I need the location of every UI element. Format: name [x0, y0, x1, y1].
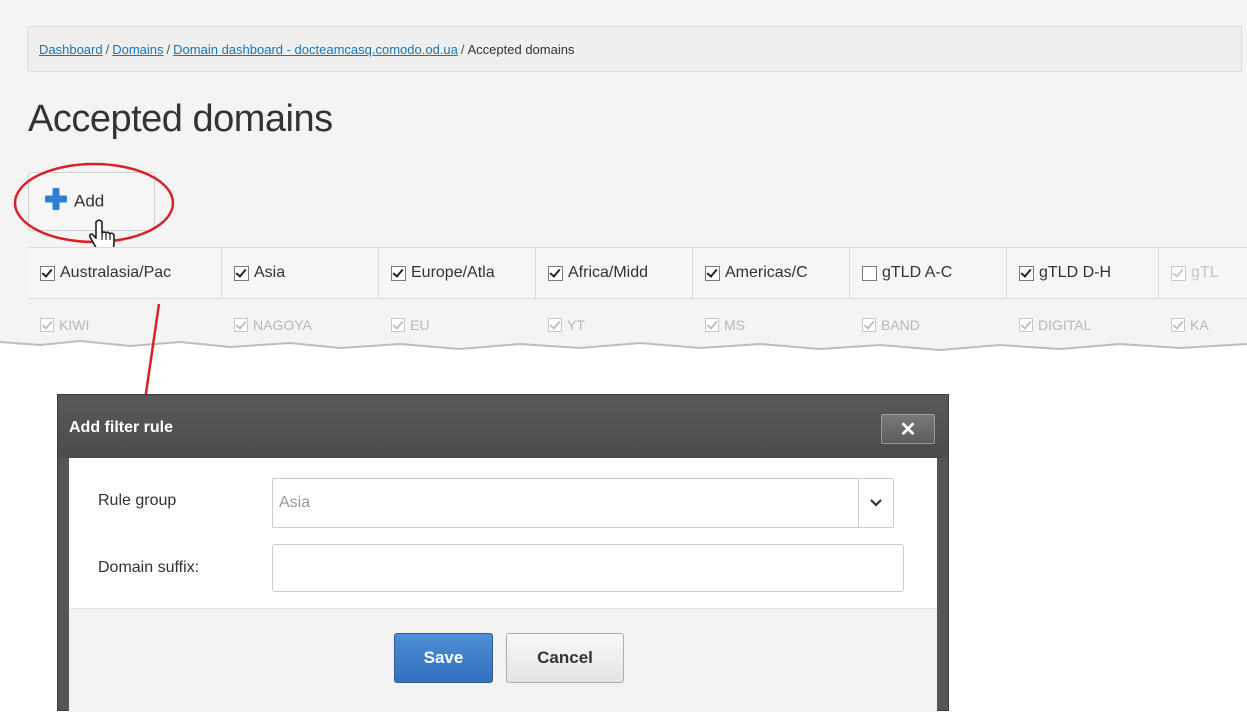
domain-suffix-input[interactable] [272, 544, 904, 592]
checkbox[interactable] [391, 265, 406, 281]
breadcrumb-separator: / [105, 42, 110, 57]
checkbox[interactable] [234, 265, 249, 281]
rule-group-value: Asia [279, 494, 311, 511]
checkbox[interactable] [234, 318, 248, 332]
checkbox[interactable] [862, 318, 876, 332]
add-button[interactable]: Add [28, 172, 155, 231]
rule-group-tab[interactable]: Australasia/Pac [28, 248, 222, 298]
rule-tag[interactable]: MS [705, 317, 745, 333]
rule-tag-label: BAND [881, 317, 920, 333]
rule-tag-label: EU [410, 317, 430, 333]
rule-tag[interactable]: DIGITAL [1019, 317, 1091, 333]
add-button-label: Add [74, 191, 105, 211]
rule-tag-label: KA [1190, 317, 1209, 333]
plus-icon [44, 187, 68, 216]
rule-group-select[interactable]: Asia [272, 478, 894, 528]
rule-group-label: Europe/Atla [411, 264, 495, 281]
checkbox[interactable] [40, 265, 55, 281]
page-title: Accepted domains [28, 98, 333, 140]
rule-group-label: gTLD D-H [1039, 264, 1112, 281]
dialog-footer: Save Cancel [69, 608, 937, 712]
checkbox[interactable] [1171, 318, 1185, 332]
rule-tag-label: YT [567, 317, 585, 333]
checkbox[interactable] [1171, 265, 1186, 281]
checkbox[interactable] [391, 318, 405, 332]
rule-group-label: Americas/C [725, 264, 808, 281]
breadcrumb-domain-dashboard[interactable]: Domain dashboard - docteamcasq.comodo.od… [173, 42, 458, 57]
dialog-header: Add filter rule ✕ [58, 395, 948, 458]
rule-tag-label: KIWI [59, 317, 90, 333]
breadcrumb-domains[interactable]: Domains [112, 42, 163, 57]
rule-tag-label: MS [724, 317, 745, 333]
save-button[interactable]: Save [394, 633, 493, 683]
rule-tag[interactable]: EU [391, 317, 429, 333]
close-icon: ✕ [899, 418, 917, 441]
rule-tag-label: NAGOYA [253, 317, 312, 333]
rule-tag[interactable]: YT [548, 317, 585, 333]
add-filter-rule-dialog: Add filter rule ✕ Rule group Asia Domain… [57, 394, 949, 712]
domain-suffix-label: Domain suffix: [98, 559, 200, 576]
cancel-button[interactable]: Cancel [506, 633, 624, 683]
rule-group-tab[interactable]: Africa/Midd [536, 248, 693, 298]
close-button[interactable]: ✕ [881, 414, 935, 444]
rule-group-label: Australasia/Pac [60, 264, 172, 281]
rule-group-tab[interactable]: Americas/C [693, 248, 850, 298]
dialog-title: Add filter rule [69, 419, 174, 436]
rule-group-label: Asia [254, 264, 286, 281]
rule-tag[interactable]: KA [1171, 317, 1209, 333]
checkbox[interactable] [1019, 265, 1034, 281]
rule-group-tab[interactable]: gTL [1159, 248, 1247, 298]
rule-tag[interactable]: NAGOYA [234, 317, 312, 333]
checkbox[interactable] [548, 265, 563, 281]
breadcrumb-current: Accepted domains [467, 42, 575, 57]
breadcrumb-separator: / [166, 42, 171, 57]
rule-groups-row: Australasia/Pac Asia Europe/Atla Africa/… [28, 247, 1247, 299]
checkbox[interactable] [705, 265, 720, 281]
rule-group-tab[interactable]: gTLD D-H [1007, 248, 1159, 298]
dialog-body: Rule group Asia Domain suffix: [69, 458, 937, 608]
rule-group-label: gTLD A-C [882, 264, 953, 281]
breadcrumb-dashboard[interactable]: Dashboard [39, 42, 103, 57]
rule-tags-row: KIWI NAGOYA EU YT MS BAND DIGITAL KA [28, 297, 1247, 357]
rule-group-label: Africa/Midd [568, 264, 649, 281]
breadcrumb-separator: / [460, 42, 465, 57]
checkbox[interactable] [705, 318, 719, 332]
checkbox[interactable] [1019, 318, 1033, 332]
rule-tag[interactable]: BAND [862, 317, 920, 333]
accepted-domains-page: Dashboard / Domains / Domain dashboard - doc… [0, 0, 1247, 370]
rule-tag[interactable]: KIWI [40, 317, 89, 333]
checkbox[interactable] [40, 318, 54, 332]
breadcrumb: Dashboard / Domains / Domain dashboard - doc… [27, 26, 1242, 72]
rule-group-tab[interactable]: gTLD A-C [850, 248, 1007, 298]
rule-group-tab[interactable]: Europe/Atla [379, 248, 536, 298]
checkbox[interactable] [548, 318, 562, 332]
rule-group-tab[interactable]: Asia [222, 248, 379, 298]
rule-tag-label: DIGITAL [1038, 317, 1092, 333]
chevron-down-icon[interactable] [858, 479, 893, 527]
rule-group-label: gTL [1191, 264, 1219, 281]
checkbox[interactable] [862, 265, 877, 281]
rule-group-label: Rule group [98, 492, 177, 509]
